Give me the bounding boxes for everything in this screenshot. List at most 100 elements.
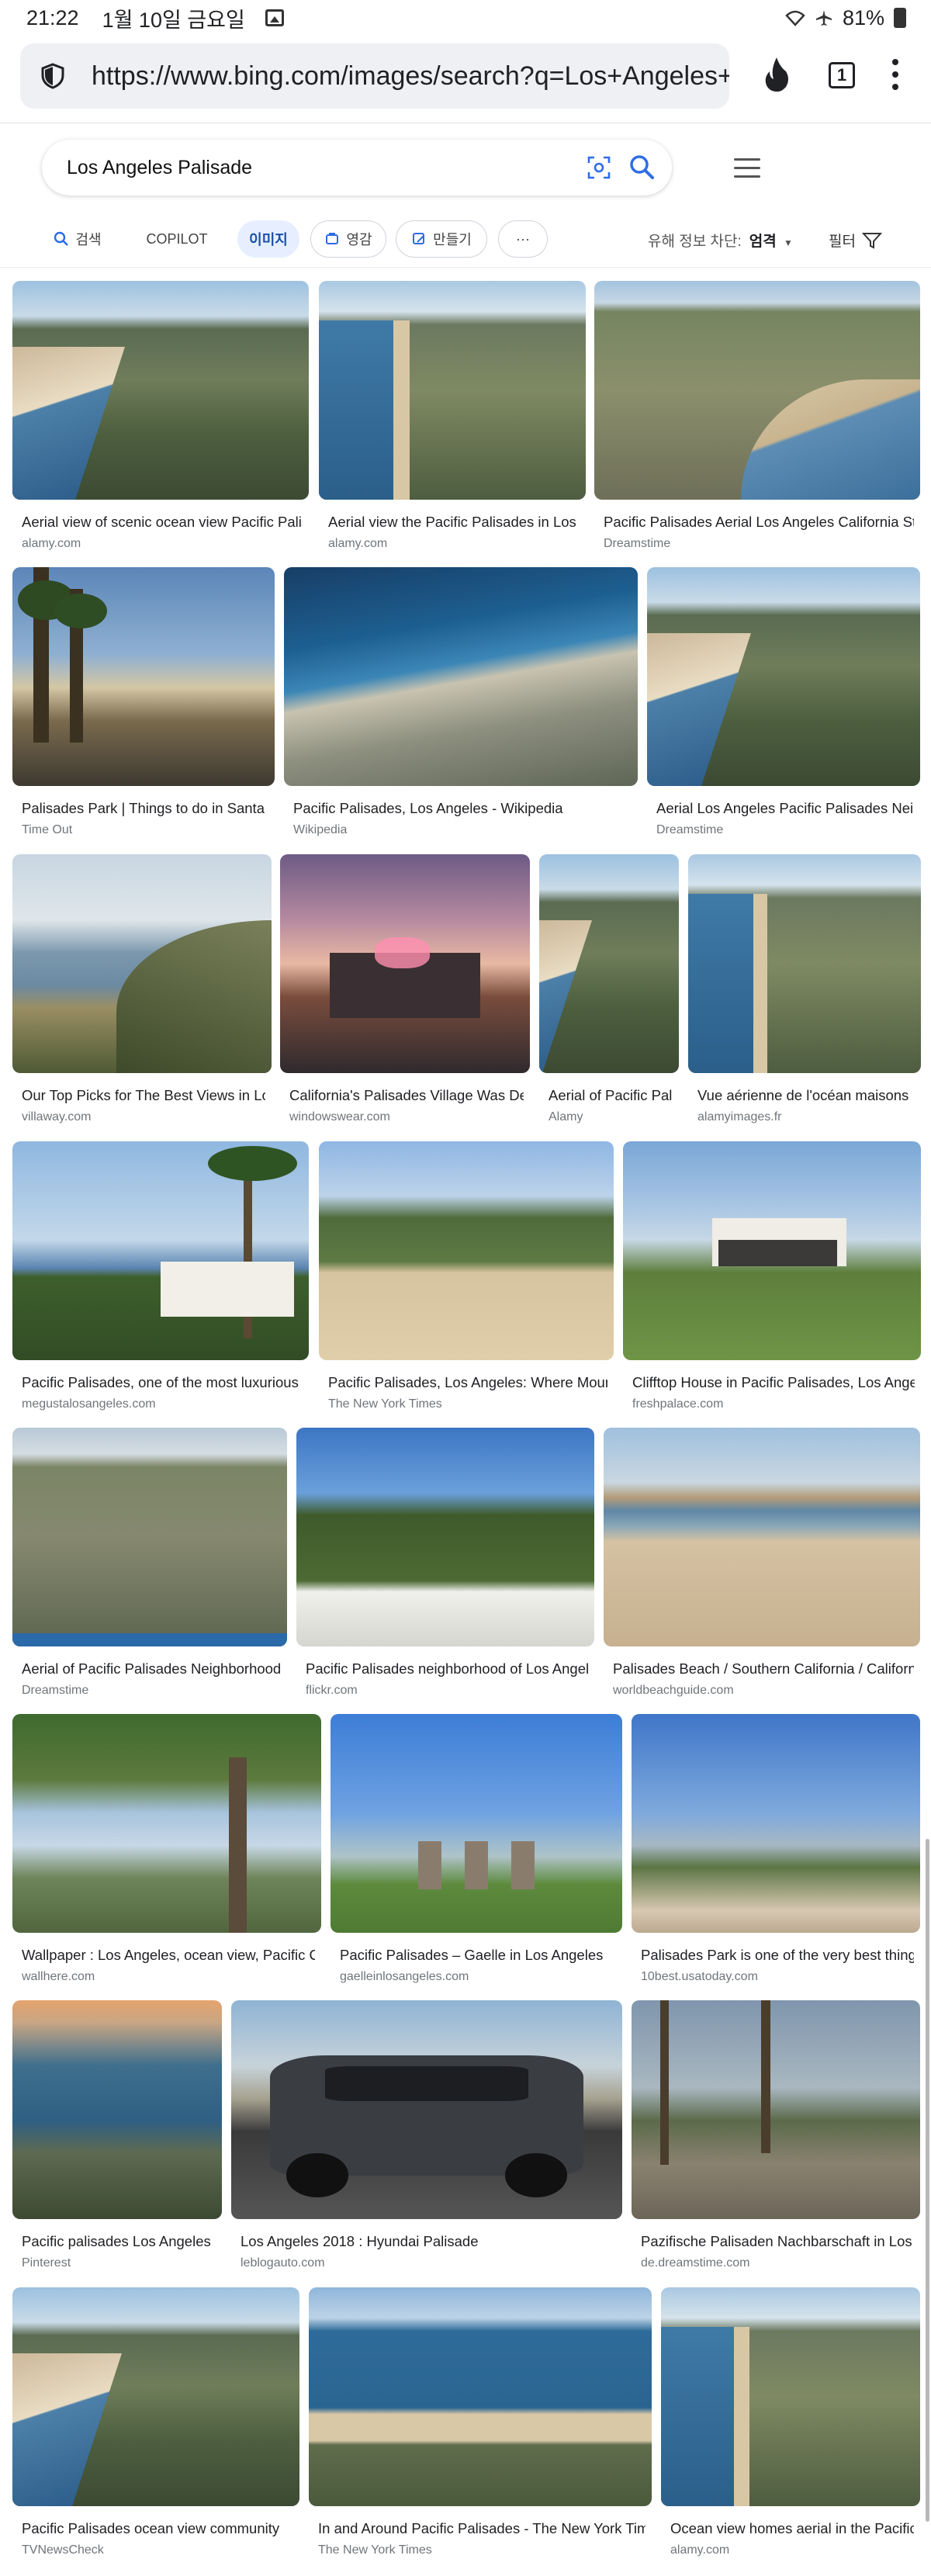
result-thumbnail[interactable] [280, 854, 530, 1073]
image-result[interactable]: Palisades Beach / Southern California / … [604, 1428, 920, 1716]
flame-icon[interactable] [763, 56, 791, 93]
image-result[interactable]: Clifftop House in Pacific Palisades, Los… [623, 1141, 921, 1430]
tab-images-label: 이미지 [249, 232, 288, 248]
tab-switcher-button[interactable]: 1 [829, 62, 855, 88]
image-result[interactable]: Palisades Park is one of the very best t… [632, 1714, 920, 2003]
result-thumbnail[interactable] [309, 2287, 652, 2506]
tab-inspire[interactable]: 영감 [310, 220, 386, 258]
result-caption[interactable]: Pacific Palisades Aerial Los Angeles Cal… [604, 514, 914, 531]
result-thumbnail[interactable] [12, 281, 309, 500]
result-caption[interactable]: Pacific Palisades, Los Angeles - Wikiped… [293, 800, 632, 817]
result-thumbnail[interactable] [296, 1428, 594, 1646]
result-caption[interactable]: Pacific Palisades – Gaelle in Los Angele… [340, 1947, 616, 1964]
image-result[interactable]: Pacific Palisades, one of the most luxur… [12, 1141, 309, 1430]
image-result[interactable]: Aerial view the Pacific Palisades in Los… [319, 281, 586, 570]
image-result[interactable]: Aerial of Pacific Palisades Alamy [539, 854, 679, 1143]
divider [0, 267, 931, 268]
image-result[interactable]: Our Top Picks for The Best Views in Los … [12, 854, 272, 1143]
image-result[interactable]: Pacific Palisades ocean view community TV… [12, 2287, 299, 2576]
image-result[interactable]: Pacific Palisades, Los Angeles - Wikiped… [284, 567, 638, 856]
image-result[interactable]: Pacific Palisades neighborhood of Los An… [296, 1428, 594, 1716]
image-result[interactable]: Pacific Palisades – Gaelle in Los Angele… [331, 1714, 622, 2003]
image-result[interactable]: Pacific Palisades, Los Angeles: Where Mo… [319, 1141, 614, 1430]
result-caption[interactable]: Pacific Palisades, one of the most luxur… [22, 1374, 303, 1391]
result-thumbnail[interactable] [319, 1141, 614, 1360]
result-thumbnail[interactable] [331, 1714, 622, 1933]
result-thumbnail[interactable] [12, 854, 272, 1073]
result-caption[interactable]: Los Angeles 2018 : Hyundai Palisade [241, 2233, 616, 2250]
result-caption[interactable]: California's Palisades Village Was Desig… [289, 1087, 524, 1104]
result-thumbnail[interactable] [284, 567, 638, 786]
image-result[interactable]: Los Angeles 2018 : Hyundai Palisade leblo… [231, 2000, 622, 2289]
image-result[interactable]: Pazifische Palisaden Nachbarschaft in Lo… [632, 2000, 920, 2289]
more-options-icon[interactable] [892, 59, 900, 96]
search-icon[interactable] [628, 154, 655, 180]
filter-button[interactable]: 필터 [829, 230, 882, 251]
result-caption[interactable]: Aerial Los Angeles Pacific Palisades Nei… [656, 800, 914, 817]
tab-images[interactable]: 이미지 [237, 220, 299, 258]
result-source: de.dreamstime.com [641, 2256, 750, 2270]
result-thumbnail[interactable] [632, 2000, 920, 2219]
result-thumbnail[interactable] [604, 1428, 920, 1646]
image-result[interactable]: Palisades Park | Things to do in Santa M… [12, 567, 275, 856]
result-caption[interactable]: Palisades Beach / Southern California / … [613, 1660, 914, 1678]
tab-copilot[interactable]: COPILOT [140, 220, 214, 258]
status-date: 1월 10일 금요일 [102, 8, 245, 32]
result-caption[interactable]: Pazifische Palisaden Nachbarschaft in Lo… [641, 2233, 914, 2250]
image-result[interactable]: Aerial of Pacific Palisades Neighborhood… [12, 1428, 287, 1716]
result-thumbnail[interactable] [12, 567, 275, 786]
visual-search-icon[interactable] [587, 155, 611, 180]
result-caption[interactable]: Pacific Palisades ocean view community [22, 2520, 293, 2537]
result-thumbnail[interactable] [12, 2000, 222, 2219]
result-caption[interactable]: Ocean view homes aerial in the Pacific P… [670, 2520, 914, 2537]
result-caption[interactable]: Palisades Park | Things to do in Santa M… [22, 800, 268, 817]
result-thumbnail[interactable] [12, 1428, 287, 1646]
result-thumbnail[interactable] [12, 2287, 299, 2506]
image-result[interactable]: Pacific palisades Los Angeles Pinterest [12, 2000, 222, 2289]
image-result[interactable]: Ocean view homes aerial in the Pacific P… [661, 2287, 920, 2576]
result-thumbnail[interactable] [623, 1141, 921, 1360]
result-thumbnail[interactable] [12, 1141, 309, 1360]
more-scopes-button[interactable]: ··· [498, 220, 548, 258]
image-result[interactable]: In and Around Pacific Palisades - The Ne… [309, 2287, 652, 2576]
url-text[interactable]: https://www.bing.com/images/search?q=Los… [92, 61, 729, 92]
result-thumbnail[interactable] [647, 567, 920, 786]
result-caption[interactable]: Aerial view the Pacific Palisades in Los… [328, 514, 580, 531]
result-thumbnail[interactable] [12, 1714, 321, 1933]
image-result[interactable]: Pacific Palisades Aerial Los Angeles Cal… [594, 281, 920, 570]
result-caption[interactable]: Palisades Park is one of the very best t… [641, 1947, 914, 1964]
tab-search[interactable]: 검색 [47, 220, 109, 258]
result-caption[interactable]: Aerial of Pacific Palisades [549, 1087, 673, 1104]
result-caption[interactable]: In and Around Pacific Palisades - The Ne… [318, 2520, 645, 2537]
result-thumbnail[interactable] [688, 854, 921, 1073]
search-input[interactable]: Los Angeles Palisade [67, 157, 252, 179]
result-thumbnail[interactable] [231, 2000, 622, 2219]
image-result[interactable]: Vue aérienne de l'océan maisons alamyimag… [688, 854, 921, 1143]
tab-create[interactable]: 만들기 [396, 220, 487, 258]
result-caption[interactable]: Our Top Picks for The Best Views in Los … [22, 1087, 265, 1104]
safe-search-value[interactable]: 엄격 [749, 234, 777, 250]
result-caption[interactable]: Clifftop House in Pacific Palisades, Los… [632, 1374, 915, 1391]
shield-icon[interactable] [39, 62, 67, 90]
result-thumbnail[interactable] [632, 1714, 920, 1933]
result-caption[interactable]: Vue aérienne de l'océan maisons [697, 1087, 915, 1104]
hamburger-menu-icon[interactable] [734, 158, 760, 184]
result-caption[interactable]: Aerial of Pacific Palisades Neighborhood [22, 1660, 281, 1678]
result-thumbnail[interactable] [661, 2287, 920, 2506]
result-caption[interactable]: Pacific palisades Los Angeles [22, 2233, 216, 2250]
image-result[interactable]: California's Palisades Village Was Desig… [280, 854, 530, 1143]
search-box[interactable]: Los Angeles Palisade [42, 140, 672, 196]
result-caption[interactable]: Pacific Palisades, Los Angeles: Where Mo… [328, 1374, 607, 1391]
image-result[interactable]: Aerial Los Angeles Pacific Palisades Nei… [647, 567, 920, 856]
address-bar[interactable]: https://www.bing.com/images/search?q=Los… [20, 43, 729, 109]
result-caption[interactable]: Wallpaper : Los Angeles, ocean view, Pac… [22, 1947, 315, 1964]
result-thumbnail[interactable] [594, 281, 920, 500]
scrollbar[interactable] [926, 1839, 929, 2522]
image-result[interactable]: Aerial view of scenic ocean view Pacific… [12, 281, 309, 570]
result-caption[interactable]: Pacific Palisades neighborhood of Los An… [306, 1660, 588, 1678]
result-thumbnail[interactable] [319, 281, 586, 500]
safe-search-dropdown[interactable]: 유해 정보 차단: 엄격 ▼ [648, 230, 793, 251]
image-result[interactable]: Wallpaper : Los Angeles, ocean view, Pac… [12, 1714, 321, 2003]
result-thumbnail[interactable] [539, 854, 679, 1073]
result-caption[interactable]: Aerial view of scenic ocean view Pacific… [22, 514, 303, 531]
